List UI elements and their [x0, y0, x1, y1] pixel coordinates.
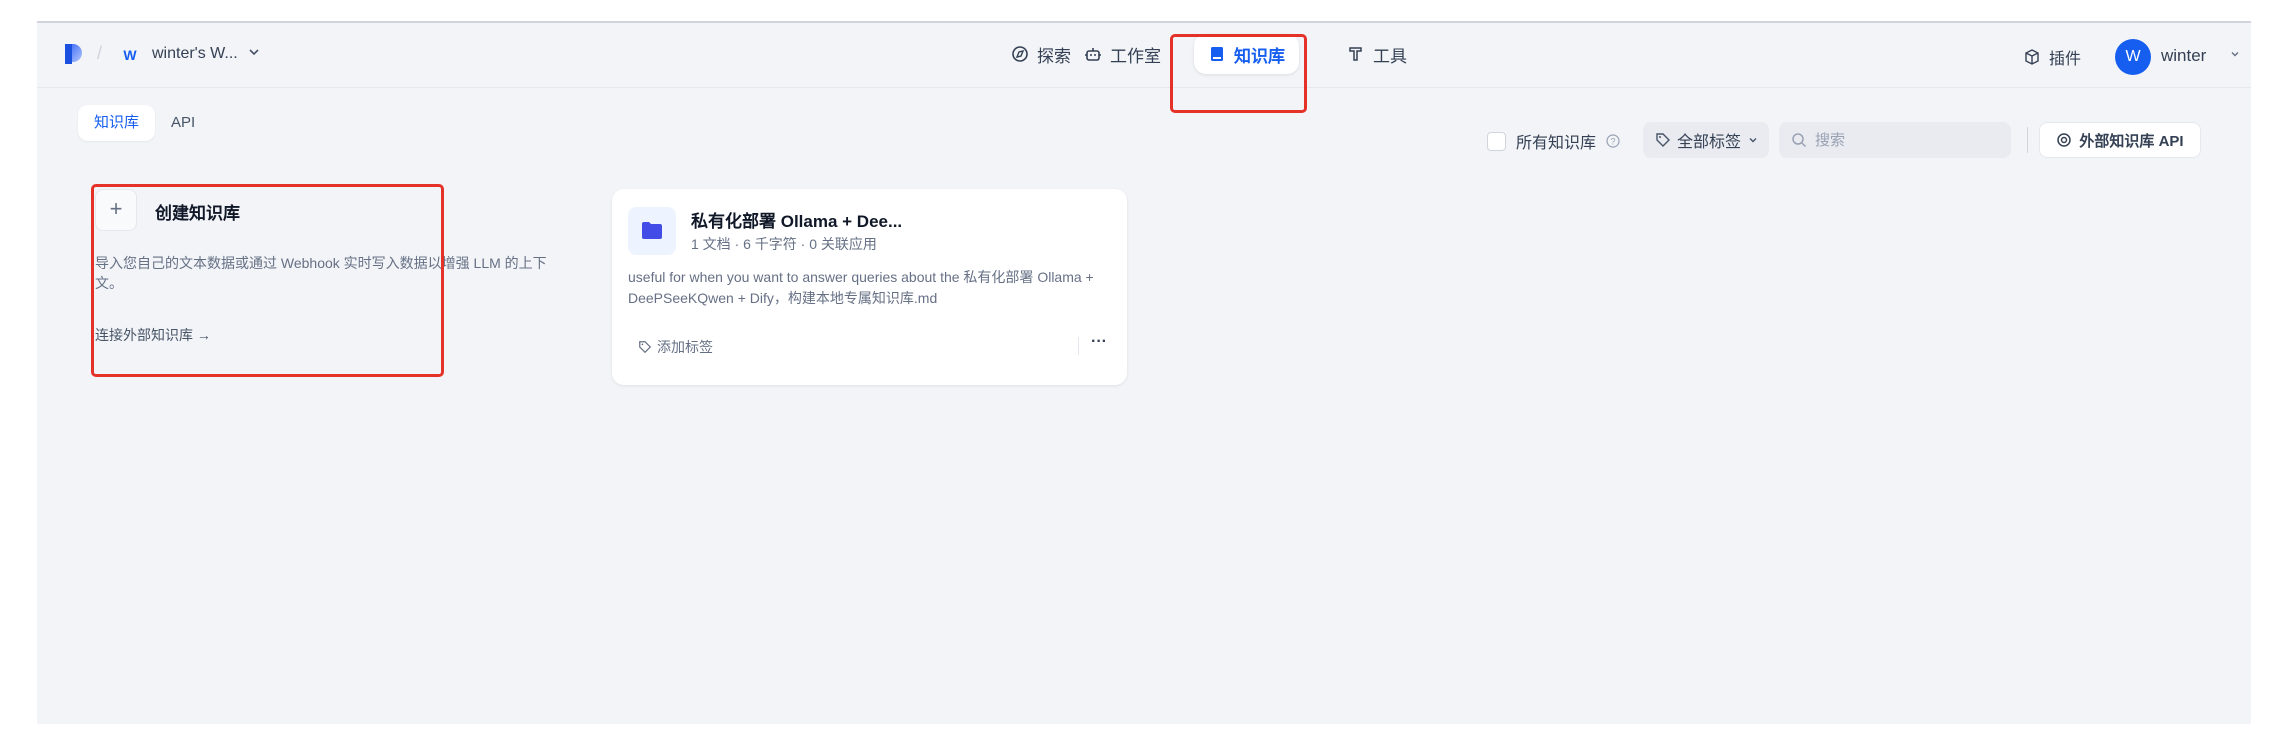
compass-icon	[1012, 46, 1028, 62]
search-input[interactable]	[1813, 130, 1997, 150]
add-tag-button[interactable]: 添加标签	[638, 337, 713, 357]
all-tags-label: 全部标签	[1677, 134, 1742, 151]
tab-knowledge[interactable]: 知识库	[78, 105, 156, 141]
more-options-button[interactable]: ···	[1087, 334, 1111, 357]
divider	[1078, 337, 1079, 355]
api-icon	[2057, 133, 2072, 147]
chevron-down-icon	[1749, 138, 1757, 143]
nav-studio[interactable]: 工作室	[1070, 34, 1175, 74]
cube-icon	[2025, 49, 2039, 65]
highlight-box-create	[91, 184, 444, 377]
external-api-label: 外部知识库 API	[2079, 132, 2184, 150]
dataset-description: useful for when you want to answer queri…	[628, 269, 1094, 306]
nav-explore-label: 探索	[1037, 46, 1071, 66]
folder-icon	[628, 207, 676, 255]
app-window: / W winter's W... 探索 工作室 知识库 工具 插件 W win…	[37, 21, 2251, 724]
plugins-label: 插件	[2049, 51, 2082, 68]
breadcrumb-separator: /	[97, 43, 103, 63]
tab-api[interactable]: API	[155, 105, 211, 141]
nav-tools-label: 工具	[1373, 46, 1407, 66]
workspace-name[interactable]: winter's W...	[152, 45, 238, 63]
robot-icon	[1085, 48, 1101, 61]
help-icon[interactable]: ?	[1606, 134, 1620, 148]
svg-text:?: ?	[1611, 137, 1616, 147]
user-name[interactable]: winter	[2161, 46, 2206, 66]
all-knowledge-label: 所有知识库	[1516, 135, 1597, 152]
plugins-button[interactable]: 插件	[2023, 45, 2081, 69]
dataset-meta: 1 文档 · 6 千字符 · 0 关联应用	[691, 236, 877, 252]
chevron-down-icon[interactable]	[247, 45, 261, 59]
chevron-down-icon[interactable]	[2229, 48, 2241, 60]
dify-logo-icon[interactable]	[62, 43, 84, 65]
dataset-title: 私有化部署 Ollama + Dee...	[691, 212, 903, 231]
user-avatar[interactable]: W	[2115, 39, 2151, 75]
all-knowledge-checkbox[interactable]	[1487, 131, 1506, 151]
workspace-avatar[interactable]: W	[119, 44, 141, 66]
search-icon	[1792, 133, 1807, 148]
nav-tools[interactable]: 工具	[1333, 34, 1421, 74]
top-header: / W winter's W... 探索 工作室 知识库 工具 插件 W win…	[37, 23, 2251, 88]
highlight-box-nav	[1170, 34, 1307, 113]
divider	[2027, 127, 2028, 153]
tag-icon	[1656, 133, 1670, 147]
search-box[interactable]	[1779, 122, 2011, 158]
all-tags-dropdown[interactable]: 全部标签	[1643, 122, 1769, 158]
tag-icon	[639, 341, 652, 354]
external-knowledge-api-button[interactable]: 外部知识库 API	[2039, 122, 2201, 158]
nav-studio-label: 工作室	[1110, 46, 1161, 66]
hammer-icon	[1349, 47, 1362, 61]
add-tag-label: 添加标签	[657, 339, 713, 355]
dataset-card[interactable]: 私有化部署 Ollama + Dee... 1 文档 · 6 千字符 · 0 关…	[612, 189, 1127, 385]
all-knowledge-filter[interactable]: 所有知识库 ?	[1487, 129, 1620, 153]
